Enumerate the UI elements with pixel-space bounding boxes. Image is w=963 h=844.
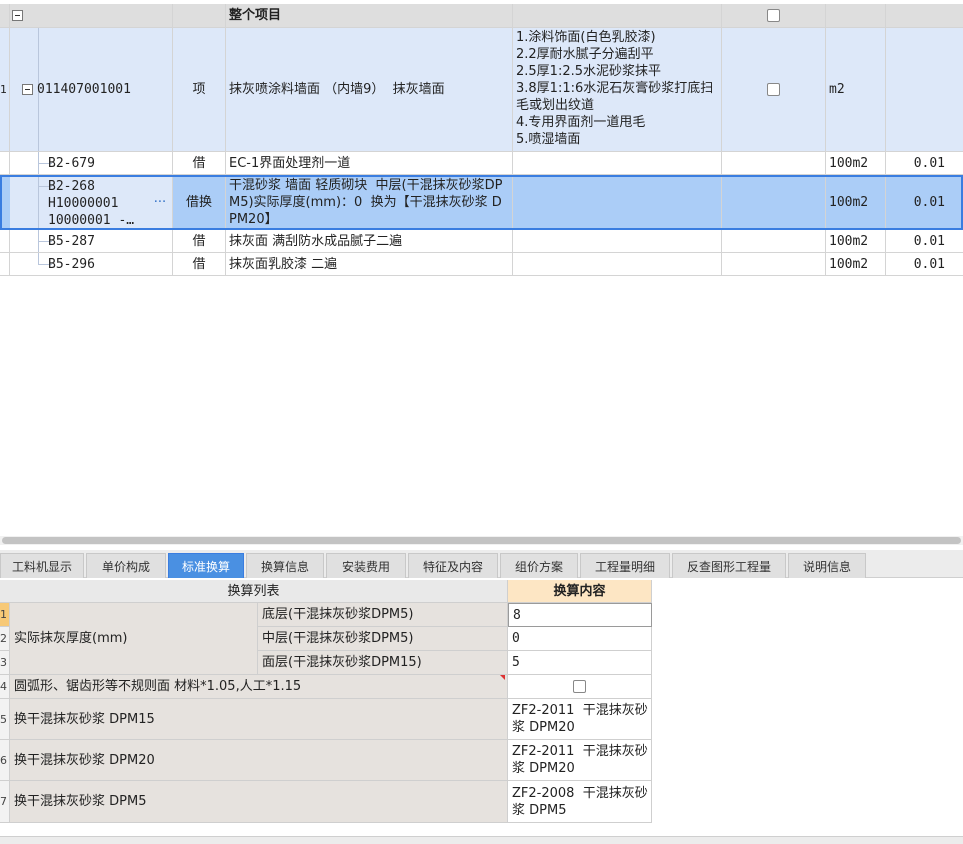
collapse-icon[interactable] xyxy=(12,10,23,21)
row-number: 1 xyxy=(0,603,10,627)
tab-notes[interactable]: 说明信息 xyxy=(788,553,866,578)
grid-sub-row[interactable]: B5-287 借 抹灰面 满刮防水成品腻子二遍 100m2 0.01 xyxy=(0,230,963,253)
conversion-table: 换算列表 换算内容 1 2 3 4 5 6 7 实际抹灰厚度(mm) 底层(干混… xyxy=(0,580,652,823)
item-type: 项 xyxy=(192,82,206,97)
project-checkbox[interactable] xyxy=(767,9,780,22)
replace-material-select[interactable]: ZF2-2011 干混抹灰砂浆 DPM20 xyxy=(508,740,652,781)
status-strip xyxy=(0,836,963,844)
item-name: 抹灰喷涂料墙面 （内墙9） 抹灰墙面 xyxy=(229,82,445,97)
conversion-label: 面层(干混抹灰砂浆DPM15) xyxy=(258,651,508,675)
sub-code: B2-679 xyxy=(48,155,95,171)
row-number: 5 xyxy=(0,699,10,740)
replace-material-select[interactable]: ZF2-2011 干混抹灰砂浆 DPM20 xyxy=(508,699,652,740)
more-button[interactable]: ··· xyxy=(154,194,166,211)
conversion-label: 底层(干混抹灰砂浆DPM5) xyxy=(258,603,508,627)
conversion-label: 中层(干混抹灰砂浆DPM5) xyxy=(258,627,508,651)
sub-name: 抹灰面乳胶漆 二遍 xyxy=(229,256,338,272)
row-number: 7 xyxy=(0,781,10,823)
sub-type: 借 xyxy=(192,256,206,272)
sub-unit: 100m2 xyxy=(829,233,869,249)
item-code: 011407001001 xyxy=(37,82,131,97)
budget-grid: 整个项目 1 011407001001 项 抹灰喷涂料墙面 （内墙9） 抹灰墙面… xyxy=(0,0,963,535)
conversion-label: 换干混抹灰砂浆 DPM20 xyxy=(10,740,508,781)
sub-qty: 0.01 xyxy=(913,155,945,171)
sub-name: 干混砂浆 墙面 轻质砌块 中层(干混抹灰砂浆DPM5)实际厚度(mm)：0 换为… xyxy=(229,178,503,227)
sub-name: EC-1界面处理剂一道 xyxy=(229,155,351,171)
row-marker: 1 xyxy=(0,83,7,96)
tab-quantity-detail[interactable]: 工程量明细 xyxy=(580,553,670,578)
replace-material-select[interactable]: ZF2-2008 干混抹灰砂浆 DPM5 xyxy=(508,781,652,823)
sub-code: B5-287 xyxy=(48,233,95,249)
grid-project-row[interactable]: 整个项目 xyxy=(0,4,963,28)
comment-marker-icon xyxy=(500,675,505,680)
row-number: 3 xyxy=(0,651,10,675)
irregular-surface-checkbox[interactable] xyxy=(573,680,586,693)
sub-code: B2-268 H10000001 10000001 -… xyxy=(48,179,135,228)
sub-qty: 0.01 xyxy=(913,233,945,249)
row-number: 6 xyxy=(0,740,10,781)
sub-qty: 0.01 xyxy=(913,256,945,272)
conversion-label: 换干混抹灰砂浆 DPM5 xyxy=(10,781,508,823)
horizontal-scrollbar[interactable] xyxy=(0,536,963,545)
conversion-content-header: 换算内容 xyxy=(508,580,652,603)
tab-unit-price[interactable]: 单价构成 xyxy=(86,553,166,578)
sub-unit: 100m2 xyxy=(829,256,869,272)
irregular-surface-label: 圆弧形、锯齿形等不规则面 材料*1.05,人工*1.15 xyxy=(14,679,302,694)
item-unit: m2 xyxy=(829,82,845,97)
middle-layer-thickness-input[interactable]: 0 xyxy=(508,627,652,651)
tab-pricing-plan[interactable]: 组价方案 xyxy=(500,553,578,578)
item-features: 1.涂料饰面(白色乳胶漆) 2.2厚耐水腻子分遍刮平 2.5厚1:2.5水泥砂浆… xyxy=(516,30,714,147)
tab-install-cost[interactable]: 安装费用 xyxy=(326,553,406,578)
tab-features[interactable]: 特征及内容 xyxy=(408,553,498,578)
grid-sub-row[interactable]: B2-679 借 EC-1界面处理剂一道 100m2 0.01 xyxy=(0,152,963,175)
collapse-icon[interactable] xyxy=(22,84,33,95)
surface-layer-thickness-input[interactable]: 5 xyxy=(508,651,652,675)
tab-standard-conversion[interactable]: 标准换算 xyxy=(168,553,244,578)
sub-name: 抹灰面 满刮防水成品腻子二遍 xyxy=(229,233,403,249)
thickness-group-label: 实际抹灰厚度(mm) xyxy=(10,603,258,675)
conversion-list-header: 换算列表 xyxy=(0,580,508,603)
sub-type: 借 xyxy=(192,155,206,171)
sub-code: B5-296 xyxy=(48,256,95,272)
grid-item-row[interactable]: 1 011407001001 项 抹灰喷涂料墙面 （内墙9） 抹灰墙面 1.涂料… xyxy=(0,28,963,152)
sub-type: 借换 xyxy=(185,195,212,210)
conversion-label: 圆弧形、锯齿形等不规则面 材料*1.05,人工*1.15 xyxy=(10,675,508,699)
row-marker xyxy=(0,4,10,27)
item-checkbox[interactable] xyxy=(767,83,780,96)
tab-reverse-graphic[interactable]: 反查图形工程量 xyxy=(672,553,786,578)
sub-unit: 100m2 xyxy=(829,155,869,171)
detail-tabbar: 工料机显示 单价构成 标准换算 换算信息 安装费用 特征及内容 组价方案 工程量… xyxy=(0,550,963,578)
grid-sub-row[interactable]: B5-296 借 抹灰面乳胶漆 二遍 100m2 0.01 xyxy=(0,253,963,276)
scrollbar-thumb[interactable] xyxy=(2,537,961,544)
sub-qty: 0.01 xyxy=(913,195,945,210)
tab-material-machine[interactable]: 工料机显示 xyxy=(0,553,84,578)
grid-sub-row-selected[interactable]: B2-268 H10000001 10000001 -… ··· 借换 干混砂浆… xyxy=(0,175,963,230)
sub-unit: 100m2 xyxy=(829,195,869,210)
bottom-layer-thickness-input[interactable]: 8 xyxy=(508,603,652,627)
project-title: 整个项目 xyxy=(229,8,282,23)
row-number: 4 xyxy=(0,675,10,699)
sub-type: 借 xyxy=(192,233,206,249)
conversion-label: 换干混抹灰砂浆 DPM15 xyxy=(10,699,508,740)
tab-conversion-info[interactable]: 换算信息 xyxy=(246,553,324,578)
row-number: 2 xyxy=(0,627,10,651)
